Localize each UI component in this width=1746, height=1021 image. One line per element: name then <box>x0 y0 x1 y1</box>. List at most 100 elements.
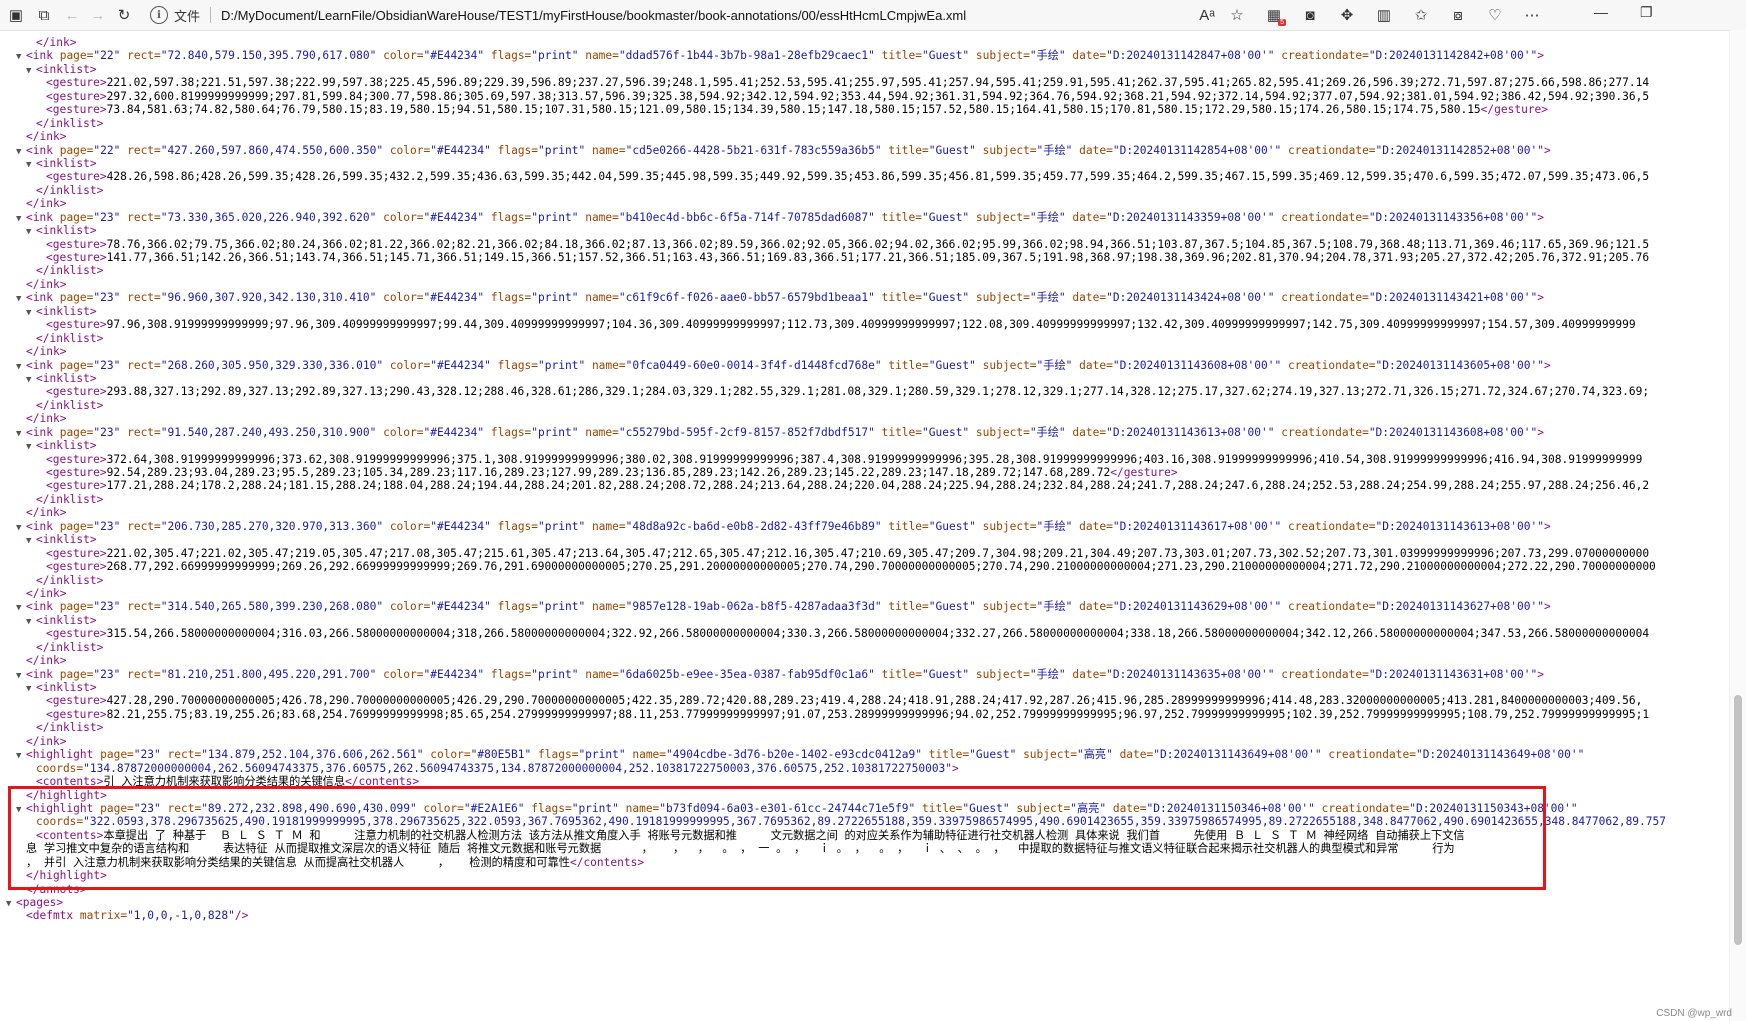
back-icon[interactable]: ← <box>60 3 84 27</box>
tab-actions-icon[interactable]: ▣ <box>4 3 28 27</box>
xml-line: ▼ <pages> <box>0 896 1730 909</box>
xml-line: ▼ <highlight page="23" rect="89.272,232.8… <box>0 802 1730 815</box>
xml-line: coords="322.0593,378.296735625,490.19181… <box>0 815 1730 828</box>
xml-line-text: <gesture>372.64,308.91999999999996;373.6… <box>46 452 1643 466</box>
xml-line-text: <inklist> <box>36 613 97 627</box>
xml-line: 息 学习推文中复杂的语言结构和 表达特征 从而提取推文深层次的语义特征 随后 将… <box>0 842 1730 855</box>
xml-line: <gesture>315.54,266.58000000000004;316.0… <box>0 627 1730 640</box>
xml-line-text: <gesture>141.77,366.51;142.26,366.51;143… <box>46 251 1650 264</box>
favorites-icon[interactable]: ✩ <box>1409 3 1433 27</box>
workspaces-icon[interactable]: ⧉ <box>32 3 56 27</box>
xml-line-text: <gesture>177.21,288.24;178.2,288.24;181.… <box>46 479 1650 493</box>
read-aloud-icon[interactable]: Aᵃ <box>1195 3 1219 27</box>
more-menu-icon[interactable]: ⋯ <box>1520 3 1544 27</box>
xml-line: <gesture>428.26,598.86;428.26,599.35;428… <box>0 170 1730 183</box>
xml-line: ▼ <ink page="23" rect="81.210,251.800,495… <box>0 668 1730 681</box>
xml-line-text: <highlight page="23" rect="89.272,232.89… <box>26 801 1578 815</box>
xml-line: <gesture>221.02,305.47;221.02,305.47;219… <box>0 547 1730 560</box>
xml-line: ▼ <ink page="23" rect="206.730,285.270,32… <box>0 520 1730 533</box>
xml-line-text: <gesture>97.96,308.91999999999999;97.96,… <box>46 318 1636 332</box>
address-bar[interactable]: i 文件 D:/MyDocument/LearnFile/ObsidianWar… <box>150 2 1220 28</box>
xml-line-text: <defmtx matrix="1,0,0,-1,0,828"/> <box>26 909 249 923</box>
xml-line-text: <gesture>428.26,598.86;428.26,599.35;428… <box>46 170 1650 184</box>
xml-line-text: </highlight> <box>26 788 107 802</box>
refresh-icon[interactable]: ↻ <box>112 3 136 27</box>
xml-line: </inklist> <box>0 493 1730 506</box>
xml-line-text: <contents>本章提出 了 种基于 Ｂ Ｌ Ｓ Ｔ Ｍ 和 注意力机制的社… <box>36 828 1465 842</box>
xml-line: ▼ <ink page="22" rect="72.840,579.150,395… <box>0 49 1730 62</box>
xml-line-text: </ink> <box>26 412 67 426</box>
xml-line: <gesture>82.21,255.75;83.19,255.26;83.68… <box>0 708 1730 721</box>
xml-line-text: <ink page="23" rect="314.540,265.580,399… <box>26 600 1551 614</box>
xml-line: </ink> <box>0 654 1730 667</box>
xml-line: </ink> <box>0 506 1730 519</box>
info-icon[interactable]: i <box>150 6 168 24</box>
xml-line: <gesture>177.21,288.24;178.2,288.24;181.… <box>0 479 1730 492</box>
xml-line: <gesture>141.77,366.51;142.26,366.51;143… <box>0 251 1730 264</box>
xml-line: ▼ <inklist> <box>0 614 1730 627</box>
favorite-star-icon[interactable]: ☆ <box>1225 3 1249 27</box>
xml-line-text: <ink page="23" rect="206.730,285.270,320… <box>26 519 1551 533</box>
xml-line: <gesture>297.32,600.8199999999999;297.81… <box>0 90 1730 103</box>
scheme-label: 文件 <box>174 8 201 24</box>
xml-line-text: <gesture>78.76,366.02;79.75,366.02;80.24… <box>46 237 1650 251</box>
gamepad-icon[interactable]: ◙ <box>1298 3 1322 27</box>
xml-line-text: <ink page="22" rect="427.260,597.860,474… <box>26 143 1551 157</box>
xml-line: </ink> <box>0 36 1730 49</box>
browser-essentials-icon[interactable]: ♡ <box>1483 3 1507 27</box>
watermark: CSDN @wp_wrd <box>1656 1008 1732 1019</box>
xml-line: ▼ <ink page="23" rect="96.960,307.920,342… <box>0 291 1730 304</box>
vertical-scrollbar[interactable] <box>1729 30 1746 1021</box>
xml-line: <gesture>268.77,292.66999999999999;269.2… <box>0 560 1730 573</box>
extension-icon[interactable]: ▦ 5 <box>1262 3 1286 27</box>
xml-line-text: <gesture>221.02,305.47;221.02,305.47;219… <box>46 546 1650 560</box>
xml-line-text: <gesture>297.32,600.8199999999999;297.81… <box>46 89 1650 103</box>
xml-line: ▼ <ink page="23" rect="91.540,287.240,493… <box>0 426 1730 439</box>
xml-line-text: <gesture>427.28,290.70000000000005;426.7… <box>46 694 1643 708</box>
xml-line-text: <ink page="22" rect="72.840,579.150,395.… <box>26 49 1544 63</box>
xml-line-text: </ink> <box>26 277 67 291</box>
xml-line-text: </inklist> <box>36 264 104 278</box>
xml-line: ▼ <inklist> <box>0 681 1730 694</box>
xml-line-text: <inklist> <box>36 533 97 547</box>
xml-line-text: </inklist> <box>36 573 104 587</box>
xml-line-text: <inklist> <box>36 681 97 694</box>
forward-icon[interactable]: → <box>86 3 110 27</box>
xml-line-text: </highlight> <box>26 869 107 883</box>
xml-line: ， 并引 入注意力机制来获取影响分类结果的关键信息 从而提高社交机器人 ， 检测… <box>0 856 1730 869</box>
browser-toolbar: ▣ ⧉ ← → ↻ i 文件 D:/MyDocument/LearnFile/O… <box>0 0 1746 31</box>
xml-line-text: coords="322.0593,378.296735625,490.19181… <box>36 815 1666 829</box>
xml-line: ▼ <inklist> <box>0 533 1730 546</box>
xml-line: <gesture>293.88,327.13;292.89,327.13;292… <box>0 385 1730 398</box>
xml-line: </ink> <box>0 587 1730 600</box>
xml-line-text: <inklist> <box>36 224 97 238</box>
scrollbar-thumb[interactable] <box>1734 695 1742 945</box>
xml-line: </inklist> <box>0 184 1730 197</box>
xml-line-text: </inklist> <box>36 183 104 197</box>
xml-line-text: </ink> <box>26 345 67 359</box>
xml-line-text: </ink> <box>26 654 67 668</box>
xml-line: ▼ <inklist> <box>0 157 1730 170</box>
xml-line: ▼ <inklist> <box>0 372 1730 385</box>
url-text[interactable]: D:/MyDocument/LearnFile/ObsidianWareHous… <box>221 8 966 23</box>
extensions-puzzle-icon[interactable]: ✥ <box>1335 3 1359 27</box>
xml-line-text: <gesture>73.84,581.63;74.82,580.64;76.79… <box>46 103 1549 117</box>
xml-line: ▼ <inklist> <box>0 63 1730 76</box>
xml-line-text: </annots> <box>26 882 87 896</box>
xml-line: </ink> <box>0 130 1730 143</box>
collections-icon[interactable]: ⧇ <box>1446 3 1470 27</box>
xml-line-text: <highlight page="23" rect="134.879,252.1… <box>26 748 1585 762</box>
xml-line: <contents>本章提出 了 种基于 Ｂ Ｌ Ｓ Ｔ Ｍ 和 注意力机制的社… <box>0 829 1730 842</box>
split-screen-icon[interactable]: ▥ <box>1372 3 1396 27</box>
xml-line: ▼ <ink page="23" rect="268.260,305.950,32… <box>0 359 1730 372</box>
xml-line-text: 息 学习推文中复杂的语言结构和 表达特征 从而提取推文深层次的语义特征 随后 将… <box>26 842 1455 856</box>
xml-line: </highlight> <box>0 869 1730 882</box>
xml-line: coords="134.87872000000004,262.560947433… <box>0 762 1730 775</box>
xml-line-text: <gesture>315.54,266.58000000000004;316.0… <box>46 627 1650 641</box>
xml-line-text: <ink page="23" rect="81.210,251.800,495.… <box>26 667 1544 681</box>
minimize-icon[interactable]: — <box>1594 4 1608 20</box>
xml-line: <gesture>97.96,308.91999999999999;97.96,… <box>0 318 1730 331</box>
restore-icon[interactable]: ❐ <box>1640 4 1653 21</box>
xml-line: <defmtx matrix="1,0,0,-1,0,828"/> <box>0 909 1730 922</box>
xml-line-text: <gesture>92.54,289.23;93.04,289.23;95.5,… <box>46 466 1178 479</box>
